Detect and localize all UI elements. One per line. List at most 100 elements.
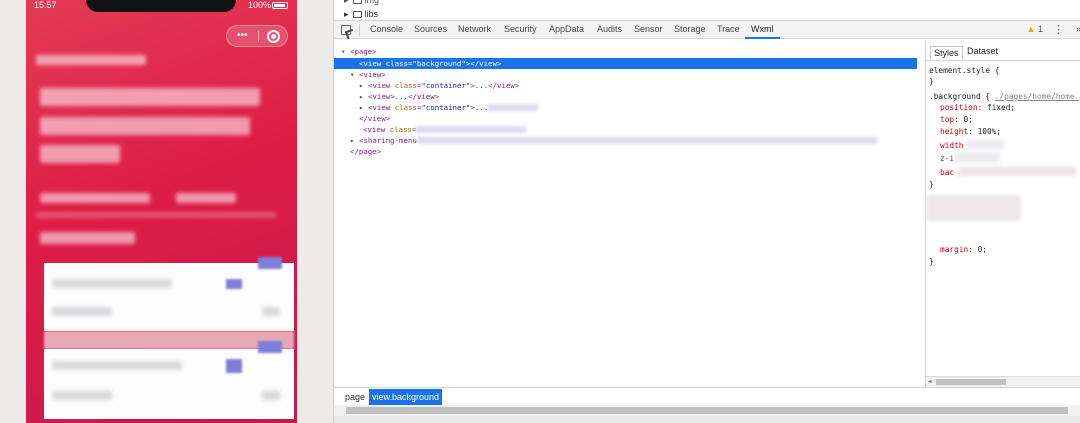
blurred-text xyxy=(262,391,280,400)
file-tree: ▸ img ▸ libs xyxy=(334,0,1080,20)
blurred-text xyxy=(176,193,236,203)
blurred-text xyxy=(40,88,260,106)
node-view-close: </view> xyxy=(359,114,391,123)
tab-console[interactable]: Console xyxy=(370,24,403,39)
collapsed-arrow-icon[interactable]: ▸ xyxy=(359,91,368,102)
tab-wxml[interactable]: Wxml xyxy=(745,24,780,39)
tab-storage[interactable]: Storage xyxy=(674,24,706,39)
tab-styles[interactable]: Styles xyxy=(930,46,963,59)
file-tree-item[interactable]: ▸ libs xyxy=(344,9,378,20)
node-view-container[interactable]: ▸ <view class="container">...</view> xyxy=(359,80,942,91)
styles-tabbar: Styles Dataset xyxy=(926,43,1080,61)
expanded-arrow-icon[interactable]: ▾ xyxy=(341,46,350,57)
tab-trace[interactable]: Trace xyxy=(717,24,740,39)
expanded-arrow-icon[interactable]: ▾ xyxy=(350,69,359,80)
collapsed-arrow-icon[interactable]: ▸ xyxy=(350,135,359,146)
blurred-text xyxy=(52,279,172,288)
battery-percent: 100% xyxy=(248,0,272,10)
wxml-tree: ▾ <page> <view class="background"></view>… xyxy=(334,40,925,387)
blurred-tag xyxy=(226,359,242,373)
blurred-text xyxy=(40,145,120,163)
css-property[interactable]: margin: 0; xyxy=(940,244,987,255)
blurred-text xyxy=(36,55,146,65)
css-property[interactable]: bac xyxy=(940,167,954,178)
warning-icon: ▲ xyxy=(1026,24,1036,34)
redacted-rule xyxy=(926,195,1021,221)
close-target-icon[interactable] xyxy=(267,30,280,43)
scrollbar-thumb[interactable] xyxy=(936,379,1006,385)
blurred-text xyxy=(52,391,112,400)
background-rule-header[interactable]: .background { ./pages/home/home. xyxy=(929,91,1079,102)
css-property[interactable]: position: fixed; xyxy=(940,102,1015,113)
blurred-tag xyxy=(226,279,242,289)
blurred-tag xyxy=(258,341,282,353)
node-view-container[interactable]: ▸ <view class="container">... xyxy=(359,102,942,113)
redacted-text xyxy=(958,167,1076,176)
bottom-panel-edge xyxy=(334,416,1080,423)
folder-icon xyxy=(352,0,362,4)
blurred-tag xyxy=(258,257,282,269)
css-property[interactable]: width xyxy=(940,140,963,151)
node-sharing-menu[interactable]: ▸ <sharing-menu xyxy=(350,135,933,146)
node-view[interactable]: ▾ <view> xyxy=(350,69,933,80)
scroll-left-icon[interactable]: ◀ xyxy=(928,378,932,385)
redacted-text xyxy=(416,137,877,144)
battery-icon xyxy=(272,2,288,9)
notch xyxy=(86,0,236,12)
breadcrumb-page[interactable]: page xyxy=(342,389,368,405)
node-view[interactable]: ▸ <view>...</view> xyxy=(359,91,942,102)
file-tree-item[interactable]: ▸ img xyxy=(344,0,379,6)
blurred-text xyxy=(40,232,135,244)
card-gap xyxy=(44,331,294,349)
devtools: ▸ img ▸ libs Console Sources Network Secur… xyxy=(333,0,1080,423)
miniprogram-capsule[interactable]: ••• xyxy=(226,25,288,47)
rule-source-link[interactable]: ./pages/home/home. xyxy=(995,92,1080,101)
node-page[interactable]: ▾ <page> xyxy=(341,46,924,57)
tab-audits[interactable]: Audits xyxy=(597,24,622,39)
collapsed-arrow-icon[interactable]: ▸ xyxy=(359,80,368,91)
redacted-text xyxy=(954,153,1000,162)
blurred-text xyxy=(52,361,182,370)
node-page-close: </page> xyxy=(350,147,382,156)
devtools-tabbar: Console Sources Network Security AppData… xyxy=(334,20,1080,39)
node-view[interactable]: <view class= xyxy=(363,124,946,135)
css-property[interactable]: z-i xyxy=(940,153,954,164)
warning-indicator[interactable]: ▲ 1 xyxy=(1027,24,1043,34)
breadcrumb-view-background[interactable]: view.background xyxy=(369,389,443,405)
rule-close-brace: } xyxy=(929,257,934,266)
inspect-element-icon[interactable] xyxy=(341,25,351,35)
tab-sources[interactable]: Sources xyxy=(414,24,447,39)
rule-close-brace: } xyxy=(929,180,934,189)
tab-network[interactable]: Network xyxy=(458,24,491,39)
more-tabs-button[interactable]: » xyxy=(1076,24,1080,34)
node-view-background-selected[interactable]: <view class="background"></view> xyxy=(334,58,917,69)
phone-simulator[interactable]: 15:57 100% ••• xyxy=(26,0,297,423)
list-card[interactable] xyxy=(44,257,294,331)
blurred-text xyxy=(40,193,150,203)
redacted-text xyxy=(416,126,527,133)
tab-sensor[interactable]: Sensor xyxy=(634,24,663,39)
blurred-text xyxy=(52,307,112,316)
list-card[interactable] xyxy=(44,341,294,419)
horizontal-scrollbar[interactable] xyxy=(334,405,1080,416)
collapsed-arrow-icon[interactable]: ▸ xyxy=(359,102,368,113)
tab-security[interactable]: Security xyxy=(504,24,537,39)
more-dots-icon[interactable]: ••• xyxy=(237,30,248,42)
element-style-rule[interactable]: element.style { xyxy=(929,65,999,76)
redacted-text xyxy=(488,104,539,111)
scrollbar-thumb[interactable] xyxy=(346,407,1068,414)
css-property[interactable]: top: 0; xyxy=(940,114,973,125)
screen: 15:57 100% ••• ▸ img ▸ libs Console Sour… xyxy=(0,0,1080,423)
styles-horizontal-scrollbar[interactable]: ◀ xyxy=(926,376,1080,387)
blurred-text xyxy=(262,307,280,316)
tab-dataset[interactable]: Dataset xyxy=(967,46,998,56)
breadcrumb: page view.background xyxy=(334,387,1080,405)
css-property[interactable]: height: 100%; xyxy=(940,126,1001,137)
more-options-icon[interactable]: ⋮ xyxy=(1053,23,1064,36)
tab-divider xyxy=(359,24,360,36)
capsule-divider xyxy=(258,31,259,42)
folder-icon xyxy=(352,11,362,18)
blurred-text xyxy=(40,117,250,135)
tab-appdata[interactable]: AppData xyxy=(549,24,584,39)
blurred-divider xyxy=(36,212,276,218)
